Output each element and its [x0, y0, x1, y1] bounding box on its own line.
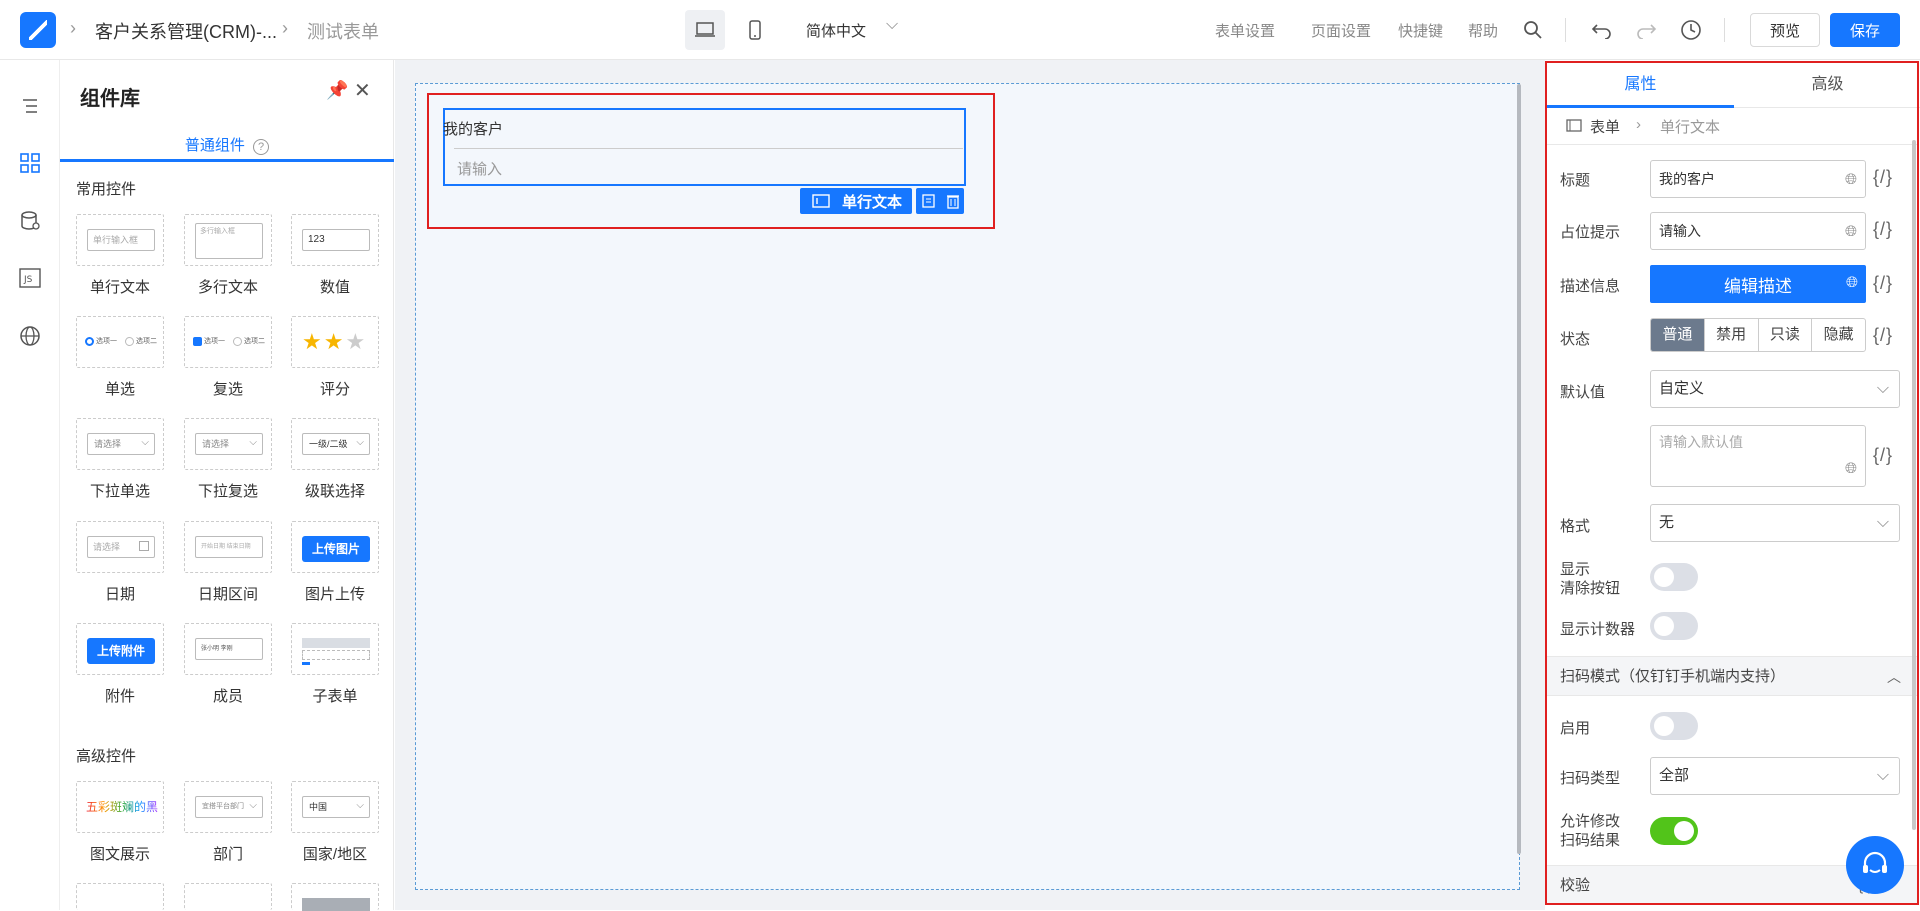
- delete-icon[interactable]: [946, 193, 960, 209]
- page-settings-link[interactable]: 页面设置: [1311, 20, 1371, 41]
- save-button[interactable]: 保存: [1830, 13, 1900, 47]
- divider: [1565, 18, 1566, 42]
- field-type-label: 单行文本: [842, 193, 903, 211]
- subform-preview: [302, 662, 310, 665]
- field-divider: [454, 148, 963, 149]
- comp-image-upload[interactable]: 上传图片 图片上传: [291, 521, 379, 604]
- comp-single-line-text[interactable]: 单行输入框 单行文本: [76, 214, 164, 297]
- components-grid-icon[interactable]: [18, 151, 42, 175]
- canvas-scrollbar[interactable]: [1517, 84, 1521, 854]
- comp-member[interactable]: 张小明 李刚 成员: [184, 623, 272, 706]
- comp-checkbox[interactable]: 选项一 选项二 复选: [184, 316, 272, 399]
- preview-button[interactable]: 预览: [1750, 13, 1820, 47]
- shortcuts-link[interactable]: 快捷键: [1398, 20, 1443, 41]
- desktop-view-button[interactable]: [685, 10, 725, 50]
- laptop-icon: [695, 22, 715, 37]
- left-rail: JS: [0, 60, 60, 910]
- subform-preview: [302, 638, 370, 648]
- divider: [1724, 18, 1725, 42]
- chevron-down-icon[interactable]: ⌵: [886, 16, 898, 34]
- undo-icon[interactable]: [1590, 18, 1614, 42]
- help-link[interactable]: 帮助: [1468, 20, 1498, 41]
- calendar-icon: [139, 541, 149, 551]
- tab-label: 普通组件: [184, 137, 245, 154]
- phone-icon: [749, 20, 761, 40]
- pin-icon[interactable]: 📌: [326, 80, 348, 101]
- close-icon[interactable]: ✕: [354, 78, 371, 103]
- js-code-icon[interactable]: JS: [18, 266, 42, 290]
- checkbox-icon: [193, 337, 202, 346]
- library-title: 组件库: [80, 88, 140, 110]
- breadcrumb-form[interactable]: 测试表单: [307, 18, 379, 44]
- comp-dropdown-multi[interactable]: 请选择 下拉复选: [184, 418, 272, 501]
- app-logo[interactable]: [20, 12, 56, 48]
- top-bar: › 客户关系管理(CRM)-... › 测试表单 简体中文 ⌵ 表单设置 页面设…: [0, 0, 1920, 60]
- comp-attachment[interactable]: 上传附件 附件: [76, 623, 164, 706]
- field-type-tag[interactable]: 单行文本: [800, 188, 912, 214]
- chevron-right-icon: ›: [70, 18, 76, 38]
- field-placeholder: 请输入: [457, 161, 503, 178]
- comp-date-range[interactable]: 开始日期 结束日期 日期区间: [184, 521, 272, 604]
- comp-more-3[interactable]: [291, 883, 379, 911]
- comp-subform[interactable]: 子表单: [291, 623, 379, 706]
- comp-date[interactable]: 请选择 日期: [76, 521, 164, 604]
- help-circle-icon[interactable]: ?: [253, 139, 270, 155]
- selected-field[interactable]: [443, 108, 966, 186]
- comp-country[interactable]: 中国 国家/地区: [291, 781, 379, 864]
- search-icon[interactable]: [1521, 18, 1545, 42]
- radio-icon: [233, 337, 242, 346]
- outline-tree-icon[interactable]: [18, 94, 42, 118]
- comp-cascade[interactable]: 一级/二级 级联选择: [291, 418, 379, 501]
- history-icon[interactable]: [1679, 18, 1703, 42]
- field-title: 我的客户: [443, 121, 504, 138]
- comp-department[interactable]: 宜搭平台部门 部门: [184, 781, 272, 864]
- headset-icon: [1863, 851, 1887, 873]
- section-advanced: 高级控件: [76, 748, 137, 765]
- comp-more-1[interactable]: [76, 883, 164, 910]
- customer-service-button[interactable]: [1846, 836, 1904, 894]
- subform-preview: [302, 650, 370, 660]
- mobile-view-button[interactable]: [735, 10, 775, 50]
- comp-multi-line-text[interactable]: 多行输入框 多行文本: [184, 214, 272, 297]
- svg-text:JS: JS: [23, 275, 33, 285]
- comp-radio[interactable]: 选项一 选项二 单选: [76, 316, 164, 399]
- radio-icon: [125, 337, 134, 346]
- redo-icon[interactable]: [1634, 18, 1658, 42]
- breadcrumb-app[interactable]: 客户关系管理(CRM)-...: [95, 18, 277, 44]
- comp-dropdown-single[interactable]: 请选择 下拉单选: [76, 418, 164, 501]
- star-icons: ★★★: [302, 329, 368, 354]
- radio-icon: [85, 337, 94, 346]
- properties-highlight-frame: [1545, 61, 1919, 905]
- datasource-icon[interactable]: [18, 209, 42, 233]
- component-library-panel: 组件库 📌 ✕ 普通组件 ? 常用控件 单行输入框 单行文本 多行输入框 多行文…: [60, 60, 394, 911]
- text-field-icon: [812, 194, 830, 208]
- comp-rich-display[interactable]: 五彩斑斓的黑 图文展示: [76, 781, 164, 864]
- section-common: 常用控件: [76, 181, 137, 198]
- comp-number[interactable]: 123 数值: [291, 214, 379, 297]
- tab-common-components[interactable]: 普通组件 ?: [60, 130, 394, 162]
- chevron-right-icon: ›: [282, 18, 288, 38]
- form-settings-link[interactable]: 表单设置: [1215, 20, 1275, 41]
- language-select[interactable]: 简体中文: [806, 20, 866, 41]
- copy-icon[interactable]: [921, 193, 937, 209]
- comp-rating[interactable]: ★★★ 评分: [291, 316, 379, 399]
- field-actions: [916, 188, 964, 214]
- globe-icon[interactable]: [18, 324, 42, 348]
- comp-more-2[interactable]: [184, 883, 272, 910]
